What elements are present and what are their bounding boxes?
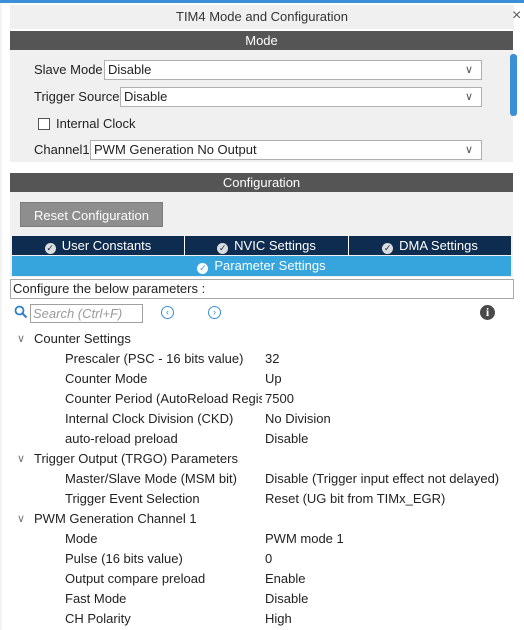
- search-input[interactable]: [30, 304, 143, 323]
- tab-nvic-settings[interactable]: ✓ NVIC Settings: [185, 236, 349, 255]
- internal-clock-checkbox[interactable]: [38, 118, 50, 130]
- chevron-down-icon: ∨: [464, 91, 473, 103]
- chevron-down-icon[interactable]: ∨: [17, 449, 25, 469]
- group-label: Counter Settings: [34, 331, 131, 346]
- param-row[interactable]: Internal Clock Division (CKD) No Divisio…: [10, 409, 513, 429]
- param-name: Counter Mode: [65, 371, 148, 386]
- group-label: PWM Generation Channel 1: [34, 511, 197, 526]
- param-row[interactable]: Prescaler (PSC - 16 bits value) 32: [10, 349, 513, 369]
- param-row[interactable]: Mode PWM mode 1: [10, 529, 513, 549]
- param-row[interactable]: Trigger Event Selection Reset (UG bit fr…: [10, 489, 513, 509]
- slave-mode-select[interactable]: Disable ∨: [104, 60, 482, 80]
- param-row[interactable]: Master/Slave Mode (MSM bit) Disable (Tri…: [10, 469, 513, 489]
- param-row[interactable]: Counter Period (AutoReload Register - 16…: [10, 389, 513, 409]
- tab-dma-settings[interactable]: ✓ DMA Settings: [349, 236, 511, 255]
- param-name: Pulse (16 bits value): [65, 551, 183, 566]
- param-value: 32: [265, 351, 280, 366]
- tab-parameter-settings[interactable]: ✓ Parameter Settings: [12, 256, 511, 276]
- param-row[interactable]: Pulse (16 bits value) 0: [10, 549, 513, 569]
- description-field: Configure the below parameters :: [10, 279, 514, 299]
- param-row[interactable]: Fast Mode Disable: [10, 589, 513, 609]
- param-value: Disable (Trigger input effect not delaye…: [265, 471, 500, 486]
- internal-clock-label: Internal Clock: [56, 116, 136, 131]
- param-value: No Division: [265, 411, 331, 426]
- param-row[interactable]: CH Polarity High: [10, 609, 513, 629]
- check-circle-icon: ✓: [44, 243, 56, 254]
- param-row[interactable]: Counter Mode Up: [10, 369, 513, 389]
- trigger-source-value: Disable: [124, 89, 168, 104]
- param-value: Enable: [265, 571, 306, 586]
- window-left-edge: [0, 3, 2, 630]
- config-tabs: ✓ User Constants ✓ NVIC Settings ✓ DMA Sett…: [12, 236, 511, 255]
- chevron-down-icon[interactable]: ∨: [17, 329, 25, 349]
- mode-scrollbar[interactable]: [510, 54, 517, 116]
- param-row[interactable]: Output compare preload Enable: [10, 569, 513, 589]
- group-pwm-channel-1[interactable]: ∨ PWM Generation Channel 1: [10, 509, 513, 529]
- group-counter-settings[interactable]: ∨ Counter Settings: [10, 329, 513, 349]
- channel1-label: Channel1: [34, 142, 90, 157]
- param-name: Counter Period (AutoReload Register - 16…: [65, 391, 262, 406]
- group-label: Trigger Output (TRGO) Parameters: [34, 451, 238, 466]
- param-row[interactable]: auto-reload preload Disable: [10, 429, 513, 449]
- chevron-left-icon[interactable]: ‹: [161, 306, 174, 319]
- param-value: PWM mode 1: [265, 531, 344, 546]
- chevron-right-icon[interactable]: ›: [208, 306, 221, 319]
- reset-configuration-button[interactable]: Reset Configuration: [20, 202, 163, 227]
- check-circle-icon: ✓: [217, 243, 229, 254]
- check-circle-icon: ✓: [197, 263, 209, 274]
- info-icon[interactable]: i: [480, 305, 495, 320]
- param-value: Disable: [265, 591, 309, 606]
- channel1-select[interactable]: PWM Generation No Output ∨: [90, 140, 482, 160]
- trigger-source-label: Trigger Source: [34, 89, 120, 104]
- tab-user-constants[interactable]: ✓ User Constants: [12, 236, 185, 255]
- param-name: Mode: [65, 531, 98, 546]
- param-value: Reset (UG bit from TIMx_EGR): [265, 491, 446, 506]
- tab-label: User Constants: [61, 238, 152, 253]
- param-value: Disable: [265, 431, 309, 446]
- tab-label: DMA Settings: [399, 238, 478, 253]
- window-top-accent: [0, 0, 524, 3]
- tab-label: NVIC Settings: [234, 238, 316, 253]
- chevron-down-icon: ∨: [464, 144, 473, 156]
- param-value: Up: [265, 371, 282, 386]
- mode-section-header: Mode: [10, 31, 513, 51]
- param-name: Internal Clock Division (CKD): [65, 411, 234, 426]
- param-value: 0: [265, 551, 273, 566]
- search-icon: [14, 305, 28, 319]
- tab-label: Parameter Settings: [214, 258, 326, 273]
- param-name: Master/Slave Mode (MSM bit): [65, 471, 237, 486]
- param-name: CH Polarity: [65, 611, 131, 626]
- chevron-down-icon[interactable]: ∨: [17, 509, 25, 529]
- chevron-down-icon: ∨: [464, 64, 473, 76]
- channel1-value: PWM Generation No Output: [94, 142, 257, 157]
- slave-mode-value: Disable: [108, 62, 152, 77]
- group-trigger-output[interactable]: ∨ Trigger Output (TRGO) Parameters: [10, 449, 513, 469]
- param-name: Trigger Event Selection: [65, 491, 200, 506]
- check-circle-icon: ✓: [382, 243, 394, 254]
- param-name: Output compare preload: [65, 571, 206, 586]
- param-name: Prescaler (PSC - 16 bits value): [65, 351, 244, 366]
- param-value: 7500: [265, 391, 294, 406]
- param-name: auto-reload preload: [65, 431, 178, 446]
- slave-mode-label: Slave Mode: [34, 62, 103, 77]
- param-value: High: [265, 611, 292, 626]
- configuration-section-header: Configuration: [10, 173, 513, 193]
- param-name: Fast Mode: [65, 591, 127, 606]
- window-title: TIM4 Mode and Configuration: [10, 5, 514, 29]
- close-icon[interactable]: ×: [512, 2, 524, 30]
- trigger-source-select[interactable]: Disable ∨: [120, 87, 482, 107]
